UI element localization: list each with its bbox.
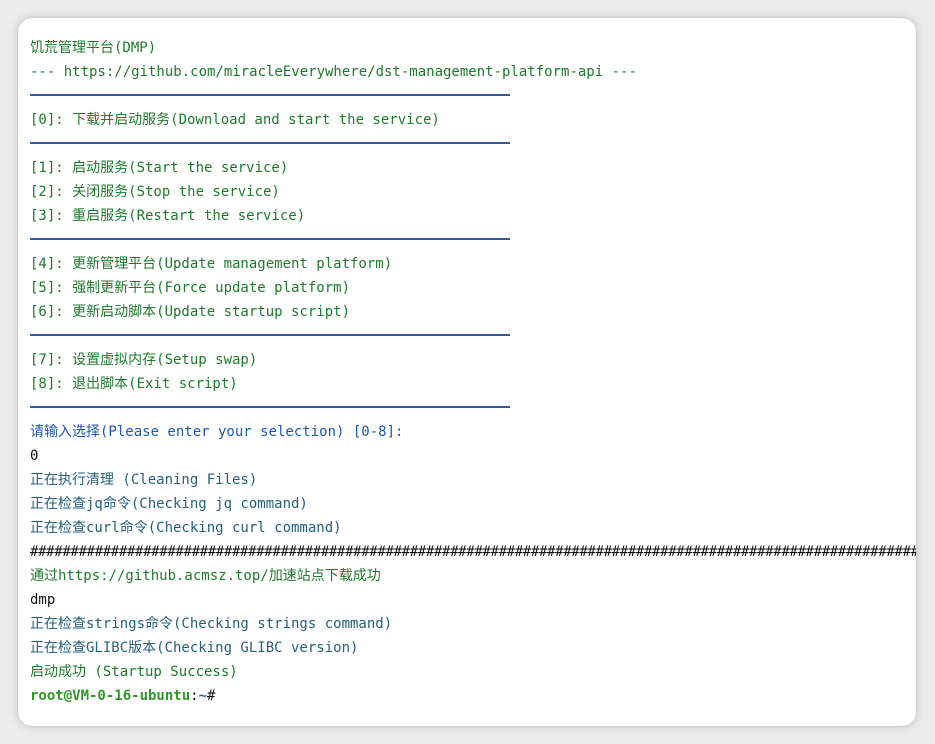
header-repo-link: --- https://github.com/miracleEverywhere… [30,64,637,80]
status-check-curl: 正在检查curl命令(Checking curl command) [30,520,342,536]
selection-prompt: 请输入选择(Please enter your selection) [0-8]… [30,424,404,440]
menu-option-6: [6]: 更新启动脚本(Update startup script) [30,304,351,320]
menu-option-8: [8]: 退出脚本(Exit script) [30,376,238,392]
menu-separator [30,334,510,336]
status-download-success: 通过https://github.acmsz.top/加速站点下载成功 [30,568,381,584]
menu-option-3: [3]: 重启服务(Restart the service) [30,208,306,224]
prompt-path: ~ [198,688,208,704]
selection-input-value: 0 [30,448,39,464]
header-title: 饥荒管理平台(DMP) [30,40,157,56]
menu-option-4: [4]: 更新管理平台(Update management platform) [30,256,393,272]
menu-option-7: [7]: 设置虚拟内存(Setup swap) [30,352,258,368]
menu-option-0: [0]: 下载并启动服务(Download and start the serv… [30,112,440,128]
status-check-strings: 正在检查strings命令(Checking strings command) [30,616,393,632]
menu-option-1: [1]: 启动服务(Start the service) [30,160,289,176]
terminal-window: 饥荒管理平台(DMP) --- https://github.com/mirac… [18,18,916,726]
menu-option-5: [5]: 强制更新平台(Force update platform) [30,280,351,296]
text-cursor [215,687,223,702]
menu-separator [30,94,510,96]
output-dmp: dmp [30,592,56,608]
status-cleaning: 正在执行清理 (Cleaning Files) [30,472,258,488]
shell-prompt[interactable]: root@VM-0-16-ubuntu:~# [30,684,223,708]
prompt-user-host: root@VM-0-16-ubuntu [30,688,191,704]
download-progress-bar: ########################################… [30,544,916,560]
terminal-output[interactable]: 饥荒管理平台(DMP) --- https://github.com/mirac… [30,18,916,726]
status-check-glibc: 正在检查GLIBC版本(Checking GLIBC version) [30,640,359,656]
menu-separator [30,406,510,408]
menu-separator [30,142,510,144]
menu-separator [30,238,510,240]
prompt-symbol: # [207,688,216,704]
prompt-colon: : [190,688,199,704]
menu-option-2: [2]: 关闭服务(Stop the service) [30,184,280,200]
status-check-jq: 正在检查jq命令(Checking jq command) [30,496,308,512]
status-startup-success: 启动成功 (Startup Success) [30,664,238,680]
